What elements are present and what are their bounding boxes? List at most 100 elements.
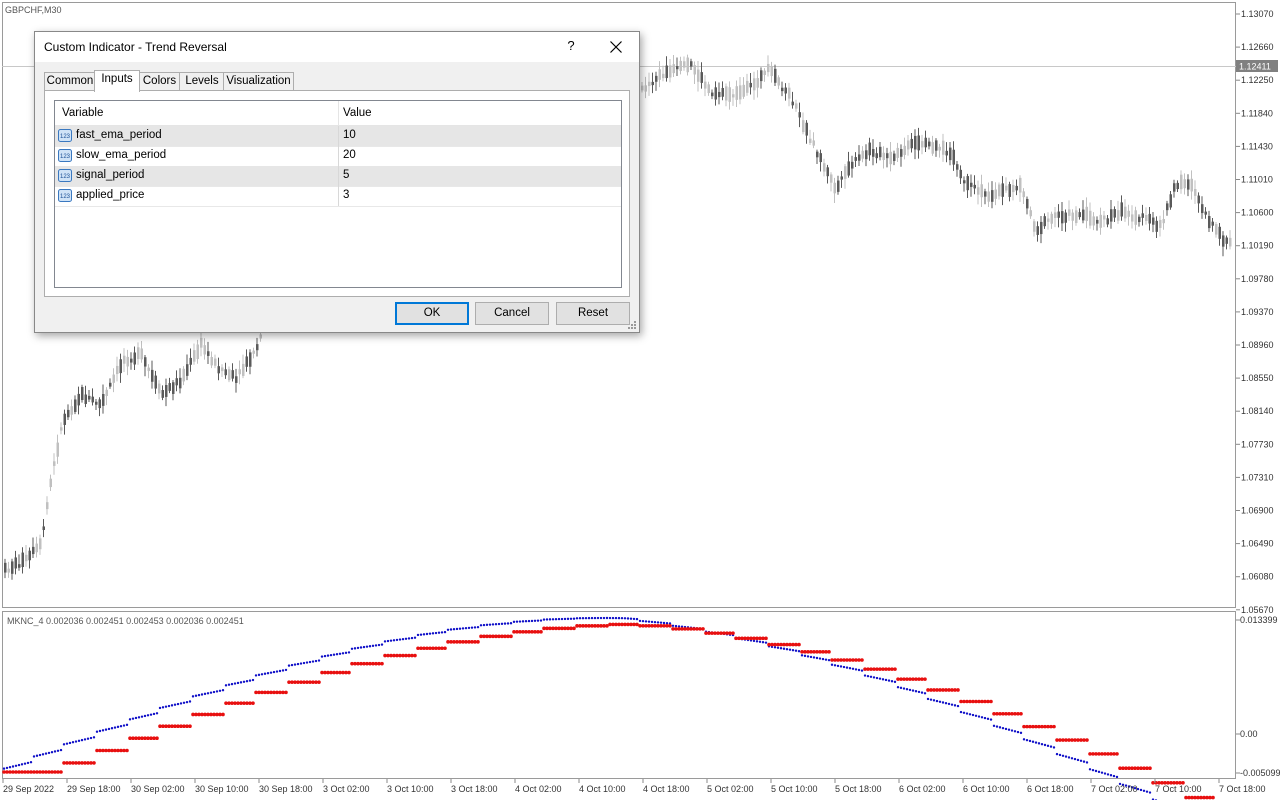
- param-row[interactable]: 123 slow_ema_period 20: [55, 146, 621, 167]
- fast-line-point: [1040, 742, 1044, 746]
- fast-line-point: [446, 628, 450, 631]
- fast-line-point: [515, 620, 519, 623]
- candle-body: [224, 369, 227, 376]
- time-tick-label: 7 Oct 02:00: [1091, 784, 1138, 794]
- time-tick-label: 29 Sep 18:00: [67, 784, 121, 794]
- fast-line-point: [251, 678, 255, 682]
- candle-body: [847, 161, 850, 176]
- candle-body: [1043, 216, 1046, 227]
- tab-inputs[interactable]: Inputs: [94, 70, 140, 92]
- fast-line-point: [266, 672, 270, 675]
- indicator-frame: [2, 611, 1236, 779]
- candle-body: [861, 150, 864, 159]
- fast-line-point: [437, 631, 441, 634]
- fast-line-point: [95, 730, 99, 733]
- param-row[interactable]: 123 applied_price 3: [55, 186, 621, 207]
- fast-line-point: [860, 669, 864, 672]
- fast-line-point: [905, 688, 909, 691]
- slow-line-point: [923, 677, 927, 681]
- param-value[interactable]: 10: [343, 129, 356, 141]
- candle-body: [1117, 210, 1120, 221]
- candle-body: [973, 184, 976, 189]
- fast-line-point: [44, 752, 48, 755]
- tab-visualization[interactable]: Visualization: [223, 72, 294, 90]
- candle-body: [105, 389, 108, 397]
- candle-body: [67, 409, 70, 418]
- slow-line-point: [347, 670, 351, 675]
- column-variable[interactable]: Variable: [62, 107, 103, 119]
- candle-body: [1127, 210, 1130, 217]
- fast-line-point: [1106, 773, 1110, 776]
- fast-line-point: [356, 646, 360, 650]
- close-button[interactable]: [601, 36, 631, 58]
- candle-body: [753, 78, 756, 91]
- param-value[interactable]: 3: [343, 189, 349, 201]
- param-row[interactable]: 123 fast_ema_period 10: [55, 126, 621, 147]
- fast-line-point: [1046, 744, 1050, 748]
- tab-levels[interactable]: Levels: [179, 72, 225, 90]
- fast-line-point: [1043, 743, 1047, 747]
- candle-body: [28, 550, 31, 561]
- slow-line-point: [731, 631, 735, 635]
- fast-line-point: [272, 670, 276, 674]
- fast-line-point: [83, 738, 87, 741]
- fast-line-point: [896, 686, 900, 689]
- fast-line-point: [473, 626, 477, 629]
- fast-line-point: [782, 647, 786, 650]
- param-value[interactable]: 5: [343, 169, 349, 181]
- candle-body: [655, 75, 658, 82]
- candle-body: [1033, 221, 1036, 232]
- ok-button[interactable]: OK: [395, 302, 469, 325]
- candle-body: [879, 146, 882, 158]
- fast-line-point: [560, 617, 564, 621]
- time-tick-label: 6 Oct 18:00: [1027, 784, 1074, 794]
- slow-line-point: [1148, 766, 1152, 771]
- tab-colors[interactable]: Colors: [138, 72, 181, 90]
- fast-line-point: [158, 706, 162, 710]
- param-name: applied_price: [76, 189, 145, 201]
- fast-line-point: [611, 616, 615, 620]
- param-row[interactable]: 123 signal_period 5: [55, 166, 621, 187]
- candle-body: [81, 387, 84, 400]
- candle-body: [1124, 206, 1127, 219]
- candle-body: [32, 546, 35, 555]
- candle-body: [7, 568, 10, 573]
- slow-line-point: [956, 688, 960, 692]
- fast-line-point: [1037, 742, 1041, 745]
- tab-common[interactable]: Common: [44, 72, 96, 90]
- param-value[interactable]: 20: [343, 149, 356, 161]
- slow-line-point: [1085, 738, 1089, 742]
- fast-line-point: [587, 616, 591, 620]
- resize-grip-icon[interactable]: [627, 320, 637, 330]
- fast-line-point: [389, 639, 393, 642]
- price-tick-label: 1.13070: [1241, 9, 1274, 19]
- candle-body: [1187, 179, 1190, 190]
- candle-body: [777, 77, 780, 86]
- price-tick-label: 1.10600: [1241, 208, 1274, 218]
- candle-body: [231, 370, 234, 379]
- fast-line-point: [548, 618, 552, 621]
- column-value[interactable]: Value: [343, 107, 372, 119]
- help-button[interactable]: ?: [563, 38, 579, 56]
- fast-line-point: [101, 729, 105, 732]
- fast-line-point: [449, 628, 453, 631]
- fast-line-point: [818, 657, 822, 660]
- candle-body: [147, 367, 150, 372]
- candle-body: [900, 149, 903, 157]
- cancel-button[interactable]: Cancel: [475, 302, 549, 325]
- fast-line-point: [1094, 769, 1098, 773]
- candle-body: [49, 478, 52, 488]
- candle-body: [914, 135, 917, 150]
- fast-line-point: [932, 699, 936, 702]
- candle-body: [882, 152, 885, 161]
- fast-line-point: [506, 622, 510, 625]
- reset-button[interactable]: Reset: [556, 302, 630, 325]
- candle-body: [833, 182, 836, 194]
- fast-line-point: [578, 617, 582, 620]
- fast-line-point: [944, 702, 948, 705]
- fast-line-point: [413, 636, 417, 639]
- fast-line-point: [107, 727, 111, 731]
- candle-body: [903, 145, 906, 155]
- fast-line-point: [488, 623, 492, 626]
- fast-line-point: [476, 625, 480, 629]
